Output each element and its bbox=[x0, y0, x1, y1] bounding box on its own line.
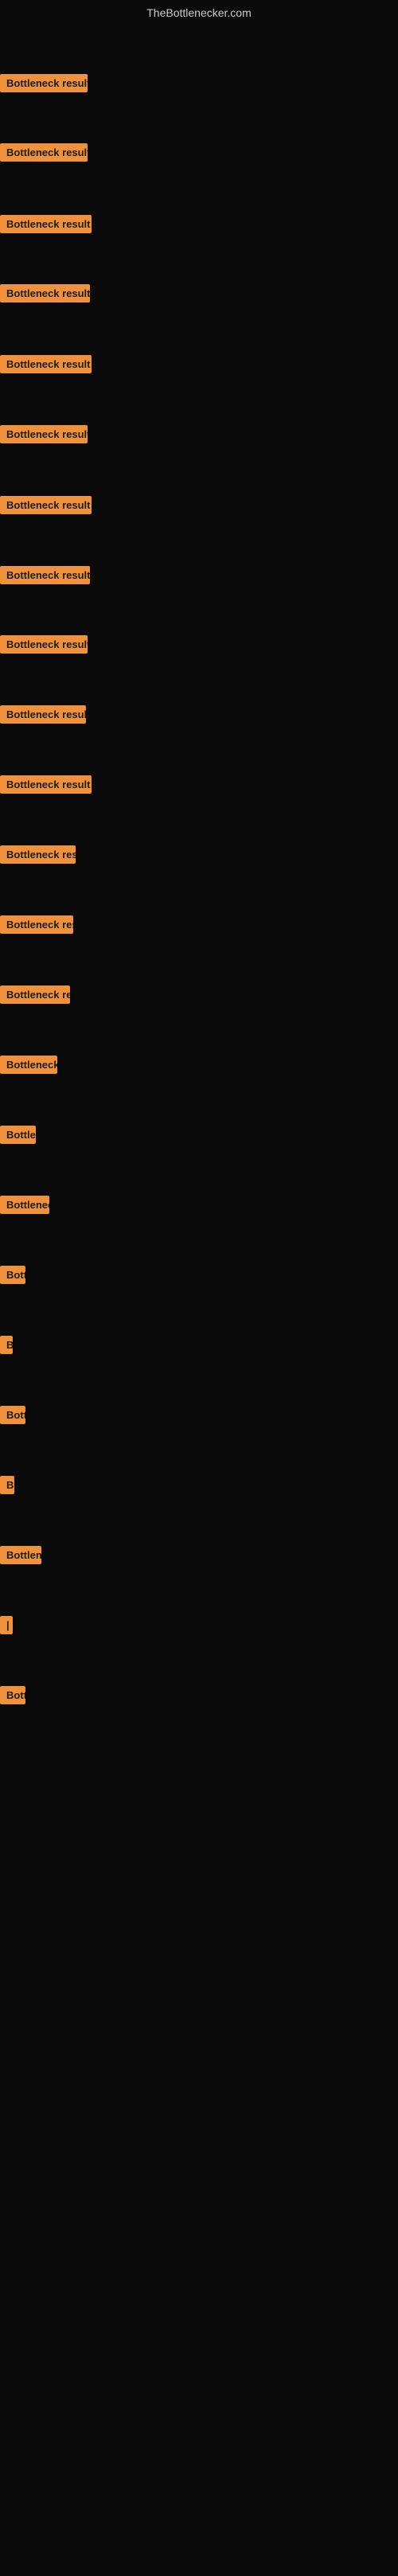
bottleneck-result-badge[interactable]: Bottle bbox=[0, 1126, 36, 1144]
bottleneck-badge-row: Bottleneck result bbox=[0, 635, 88, 658]
bottleneck-badge-row: Bottleneck result bbox=[0, 566, 90, 588]
bottleneck-result-badge[interactable]: Bottleneck result bbox=[0, 496, 92, 514]
bottleneck-badge-row: Bottle bbox=[0, 1126, 36, 1148]
bottleneck-badge-row: Bott bbox=[0, 1266, 25, 1288]
bottleneck-result-badge[interactable]: Bottlen bbox=[0, 1546, 41, 1564]
bottleneck-badge-row: | bbox=[0, 1616, 13, 1638]
bottleneck-badge-row: Bottleneck result bbox=[0, 143, 88, 166]
bottleneck-badge-row: Bottleneck bbox=[0, 1056, 57, 1078]
bottleneck-result-badge[interactable]: Bottleneck resu bbox=[0, 845, 76, 864]
bottleneck-result-badge[interactable]: | bbox=[0, 1616, 13, 1634]
bottleneck-result-badge[interactable]: Bottleneck result bbox=[0, 215, 92, 233]
bottleneck-badge-row: Bottleneck resu bbox=[0, 986, 70, 1008]
bottleneck-badge-row: Bottleneck result bbox=[0, 705, 86, 728]
bottleneck-badge-row: Bott bbox=[0, 1406, 25, 1428]
bottleneck-badge-row: Bottleneck result bbox=[0, 425, 88, 447]
bottleneck-result-badge[interactable]: Bottlenec bbox=[0, 1196, 49, 1214]
bottleneck-result-badge[interactable]: Bottleneck result bbox=[0, 635, 88, 654]
bottleneck-result-badge[interactable]: Bottleneck bbox=[0, 1056, 57, 1074]
bottleneck-badge-row: Bottlenec bbox=[0, 1196, 49, 1218]
bottleneck-result-badge[interactable]: Bottleneck result bbox=[0, 425, 88, 443]
bottleneck-result-badge[interactable]: Bott bbox=[0, 1266, 25, 1284]
bottleneck-badge-row: Bottleneck result bbox=[0, 355, 92, 377]
bottleneck-badge-row: Bo bbox=[0, 1476, 14, 1498]
bottleneck-result-badge[interactable]: Bottleneck resu bbox=[0, 986, 70, 1004]
bottleneck-badge-row: Bottleneck result bbox=[0, 74, 88, 96]
bottleneck-result-badge[interactable]: Bott bbox=[0, 1406, 25, 1424]
bottleneck-badge-row: Bottleneck result bbox=[0, 215, 92, 237]
bottleneck-result-badge[interactable]: Bottleneck result bbox=[0, 284, 90, 302]
site-title: TheBottlenecker.com bbox=[0, 0, 398, 29]
bottleneck-badge-row: Bott bbox=[0, 1686, 25, 1708]
bottleneck-result-badge[interactable]: Bottleneck result bbox=[0, 775, 92, 794]
bottleneck-result-badge[interactable]: Bo bbox=[0, 1476, 14, 1494]
bottleneck-badge-row: B bbox=[0, 1336, 13, 1358]
bottleneck-result-badge[interactable]: Bottleneck result bbox=[0, 143, 88, 162]
bottleneck-badge-row: Bottleneck result bbox=[0, 775, 92, 798]
bottleneck-result-badge[interactable]: Bottleneck resu bbox=[0, 915, 73, 934]
bottleneck-result-badge[interactable]: Bott bbox=[0, 1686, 25, 1704]
bottleneck-badge-row: Bottlen bbox=[0, 1546, 41, 1568]
bottleneck-badge-row: Bottleneck result bbox=[0, 284, 90, 306]
bottleneck-badge-row: Bottleneck result bbox=[0, 496, 92, 518]
bottleneck-result-badge[interactable]: Bottleneck result bbox=[0, 566, 90, 584]
bottleneck-badge-row: Bottleneck resu bbox=[0, 845, 76, 868]
bottleneck-result-badge[interactable]: B bbox=[0, 1336, 13, 1354]
bottleneck-result-badge[interactable]: Bottleneck result bbox=[0, 705, 86, 724]
bottleneck-badge-row: Bottleneck resu bbox=[0, 915, 73, 938]
bottleneck-result-badge[interactable]: Bottleneck result bbox=[0, 355, 92, 373]
bottleneck-result-badge[interactable]: Bottleneck result bbox=[0, 74, 88, 92]
